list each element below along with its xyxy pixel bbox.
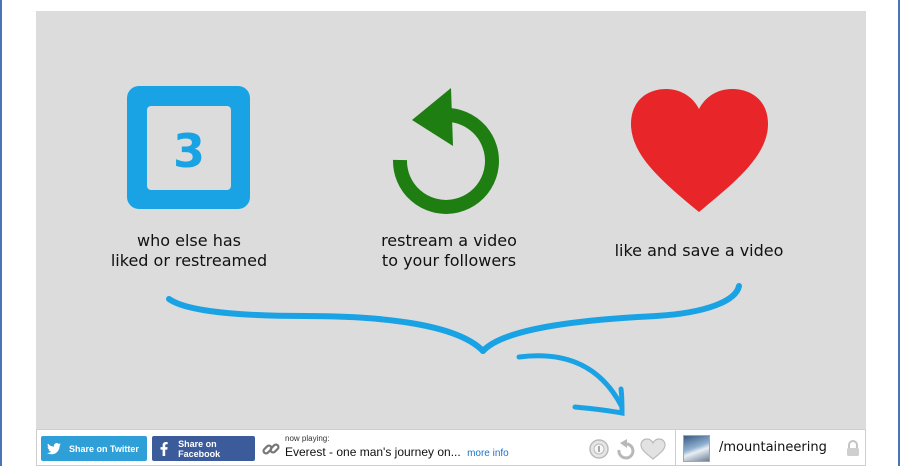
twitter-bird-icon (41, 442, 67, 455)
count-badge-icon: 3 (127, 86, 250, 209)
action-icons (589, 438, 666, 460)
link-chain-icon[interactable] (261, 439, 281, 459)
tutorial-art: 3 (127, 86, 768, 416)
share-twitter-button[interactable]: Share on Twitter (41, 436, 147, 461)
count-mini-icon[interactable] (589, 439, 609, 459)
channel-avatar[interactable] (683, 435, 710, 462)
feature-label-restream: restream a video to your followers (381, 231, 517, 270)
facebook-f-icon (152, 441, 176, 456)
feature-label-count: who else has liked or restreamed (110, 231, 268, 270)
now-playing-title: Everest - one man's journey on... (285, 445, 461, 459)
feature-label-like: like and save a video (614, 241, 784, 260)
bar-divider (675, 430, 676, 465)
heart-mini-icon[interactable] (640, 438, 666, 460)
share-facebook-label: Share on Facebook (178, 438, 221, 459)
heart-icon (631, 89, 768, 212)
now-playing: now playing: Everest - one man's journey… (285, 434, 585, 462)
restream-mini-icon[interactable] (617, 439, 635, 460)
brace-arrow (516, 353, 625, 416)
more-info-link[interactable]: more info (467, 448, 509, 459)
brace-curve (166, 283, 742, 354)
now-playing-label: now playing: (285, 434, 330, 443)
restream-arrow-icon (392, 88, 499, 214)
tutorial-overlay: 3 who else has liked or restreamed restr… (36, 11, 866, 429)
count-badge-number: 3 (173, 124, 205, 178)
player-bottom-bar: Share on Twitter Share on Facebook now p… (36, 429, 866, 466)
channel-name[interactable]: /mountaineering (719, 440, 827, 455)
lock-icon[interactable] (845, 440, 861, 457)
share-twitter-label: Share on Twitter (69, 443, 139, 454)
window-frame-left (0, 0, 2, 466)
share-facebook-button[interactable]: Share on Facebook (152, 436, 255, 461)
